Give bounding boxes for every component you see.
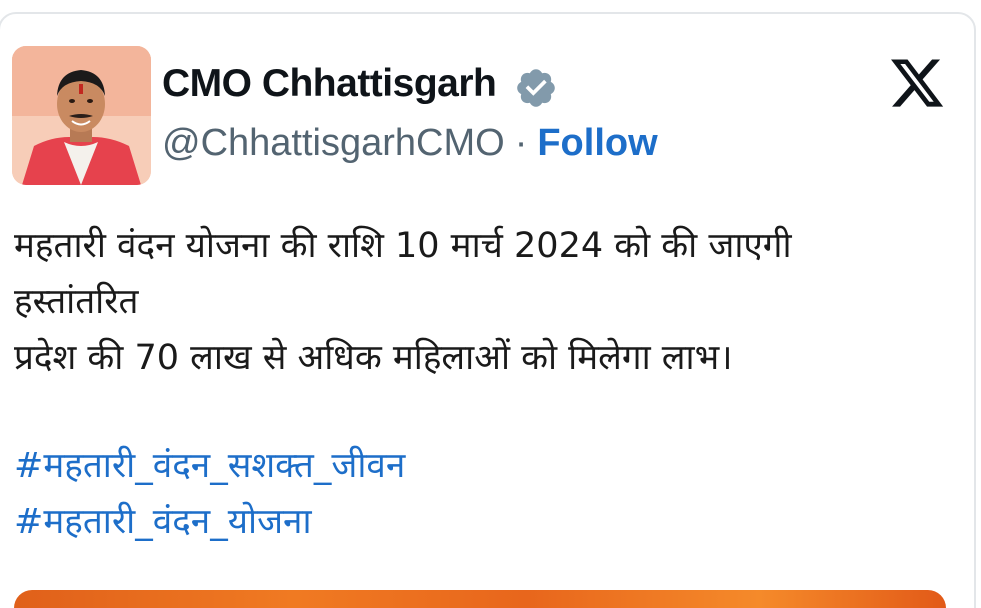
x-logo-icon[interactable] <box>886 54 948 112</box>
hashtag-link[interactable]: #महतारी_वंदन_सशक्त_जीवन <box>14 438 954 494</box>
tweet-line: हस्तांतरित <box>14 282 139 322</box>
display-name[interactable]: CMO Chhattisgarh <box>162 62 497 106</box>
separator-dot: · <box>514 122 528 164</box>
follow-button[interactable]: Follow <box>537 122 657 164</box>
tweet-text: महतारी वंदन योजना की राशि 10 मार्च 2024 … <box>14 218 954 550</box>
verified-badge-icon <box>517 69 555 107</box>
account-handle[interactable]: @ChhattisgarhCMO <box>162 122 505 164</box>
tweet-line: महतारी वंदन योजना की राशि 10 मार्च 2024 … <box>14 226 792 266</box>
tweet-media-image[interactable] <box>14 590 946 608</box>
tweet-line: प्रदेश की 70 लाख से अधिक महिलाओं को मिले… <box>14 338 733 378</box>
avatar[interactable] <box>12 46 151 185</box>
handle-row: @ChhattisgarhCMO · Follow <box>162 122 658 165</box>
hashtag-link[interactable]: #महतारी_वंदन_योजना <box>14 494 954 550</box>
